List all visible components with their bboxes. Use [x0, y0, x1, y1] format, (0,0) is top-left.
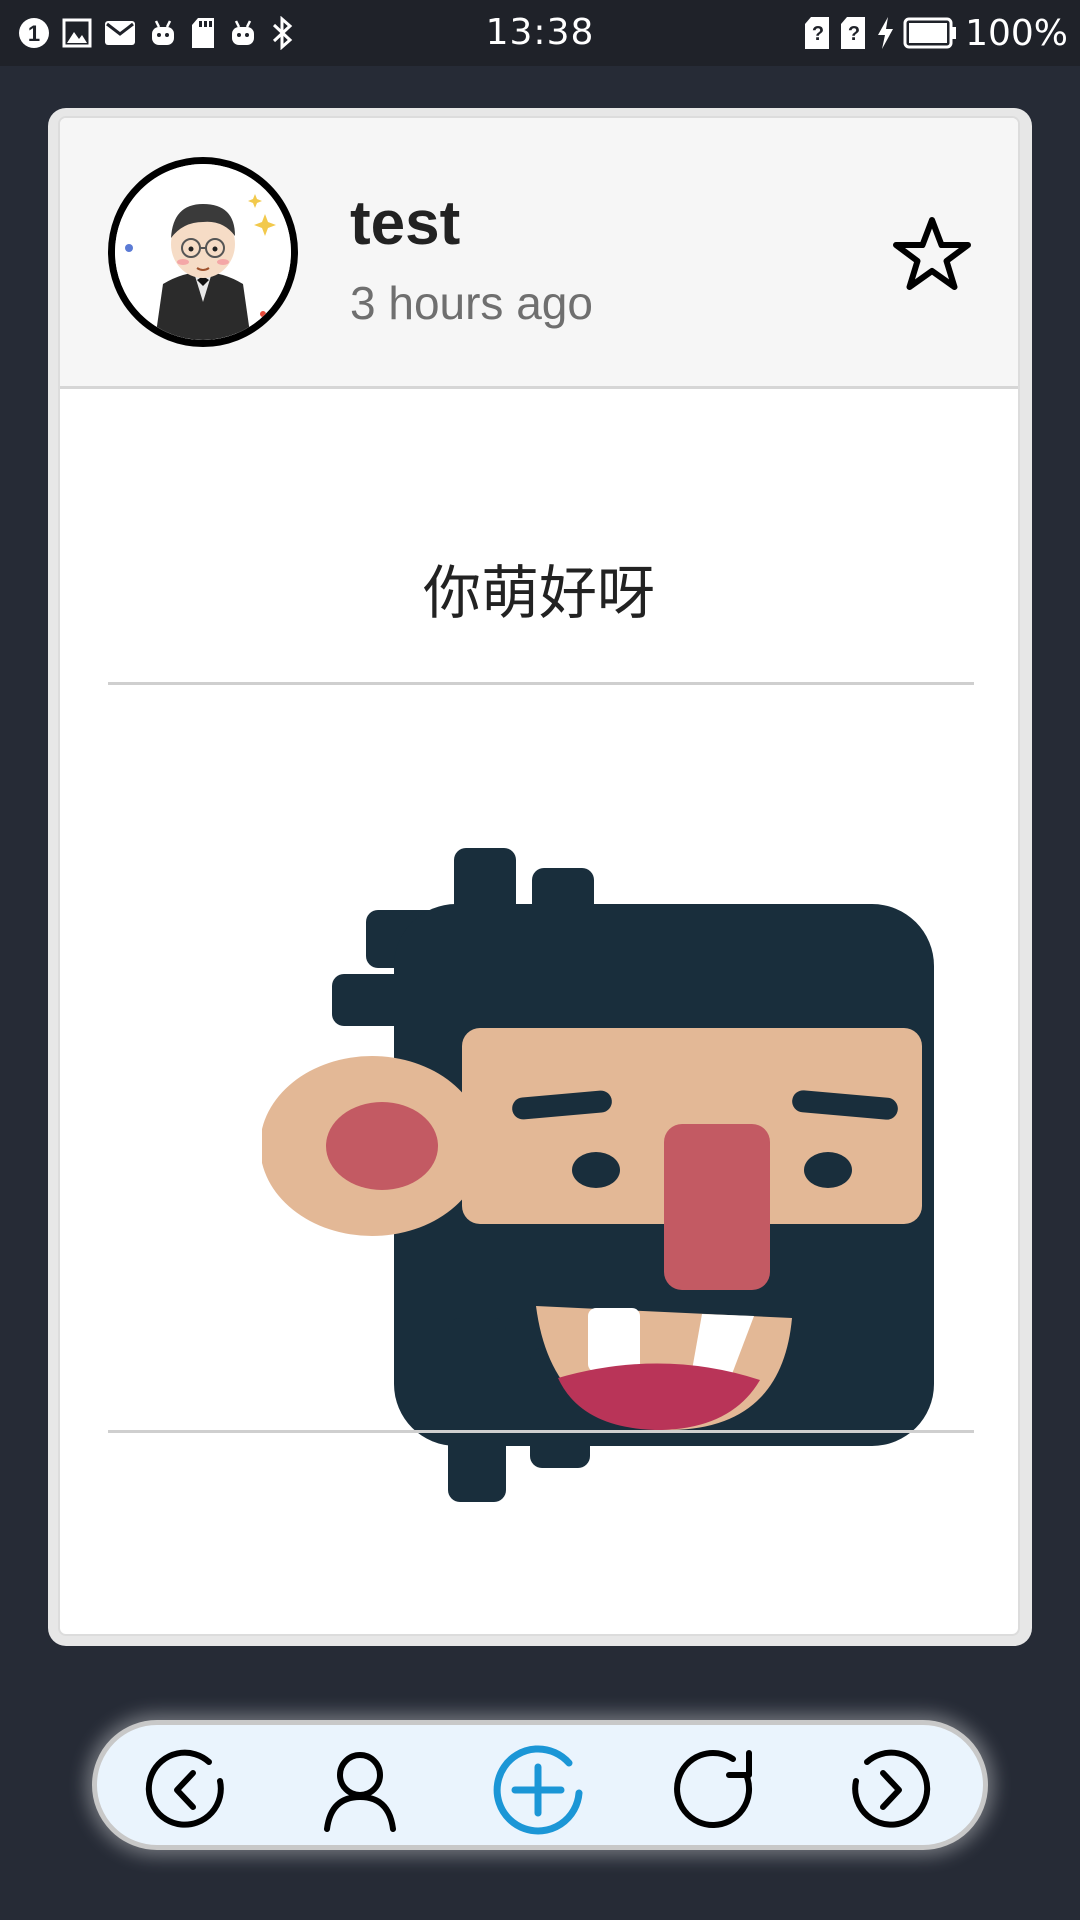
chevron-left-circle-icon [145, 1749, 224, 1828]
plus-circle-icon [493, 1745, 583, 1835]
nav-add-button[interactable] [489, 1741, 587, 1839]
nav-previous-button[interactable] [145, 1747, 231, 1833]
chevron-right-circle-icon [852, 1749, 931, 1828]
charging-icon [875, 16, 895, 50]
avatar[interactable] [108, 157, 298, 347]
status-bar-right-icons: ? ? 100% [803, 12, 1068, 54]
username[interactable]: test [350, 188, 460, 259]
status-bar: 1 13:38 ? ? 100% [0, 0, 1080, 66]
sim-unknown-icon: ? [839, 16, 867, 50]
nav-profile-button[interactable] [317, 1747, 403, 1833]
divider-top [108, 682, 974, 685]
svg-text:?: ? [848, 23, 860, 45]
star-outline-icon [893, 217, 971, 290]
battery-icon [903, 17, 957, 49]
bottom-nav [92, 1720, 988, 1850]
user-icon [324, 1752, 396, 1832]
post-text: 你萌好呀 [422, 559, 655, 627]
battery-percent: 100% [965, 12, 1068, 54]
svg-text:?: ? [812, 23, 824, 45]
nav-refresh-button[interactable] [673, 1747, 759, 1833]
post-image[interactable] [260, 848, 942, 1508]
sim-unknown-icon: ? [803, 16, 831, 50]
post-card: test 3 hours ago 你萌好呀 [58, 116, 1020, 1636]
nav-next-button[interactable] [845, 1747, 931, 1833]
favorite-button[interactable] [892, 216, 972, 292]
refresh-icon [674, 1749, 752, 1828]
divider-bottom [108, 1430, 974, 1433]
post-header: test 3 hours ago [60, 118, 1018, 389]
post-timestamp: 3 hours ago [350, 277, 593, 329]
